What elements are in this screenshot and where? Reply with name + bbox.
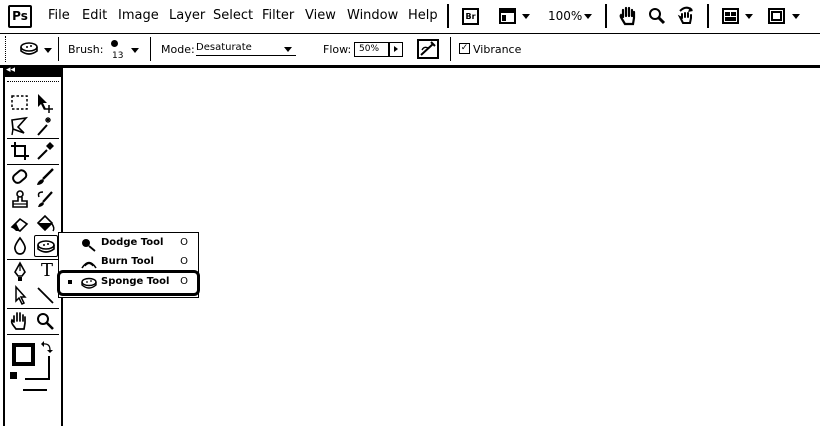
flyout-item-dodge[interactable]: Dodge Tool O — [59, 234, 198, 253]
quick-mask-icon[interactable] — [23, 389, 47, 391]
flow-slider-arrow-icon[interactable] — [389, 42, 403, 57]
eyedropper-icon[interactable] — [34, 140, 56, 162]
menu-help[interactable]: Help — [408, 8, 438, 23]
menu-layer[interactable]: Layer — [169, 8, 205, 23]
tools-panel-header[interactable]: ◂◂ — [5, 65, 61, 77]
tools-separator — [7, 334, 59, 335]
menu-file[interactable]: File — [48, 8, 70, 23]
arrange-documents-icon[interactable] — [722, 8, 739, 28]
flyout-item-shortcut: O — [180, 256, 188, 267]
brush-size-value: 13 — [112, 51, 124, 61]
menu-separator — [447, 4, 449, 28]
flow-label: Flow: — [323, 43, 352, 56]
menu-edit[interactable]: Edit — [82, 8, 107, 23]
zoom-dropdown-icon[interactable] — [584, 14, 592, 19]
brush-preview-icon[interactable] — [111, 40, 118, 47]
zoom-level[interactable]: 100% — [548, 9, 582, 23]
tool-preset-dropdown-icon[interactable] — [44, 48, 52, 53]
menu-filter[interactable]: Filter — [262, 8, 294, 23]
path-selection-icon[interactable] — [9, 284, 31, 306]
tools-separator — [7, 138, 59, 139]
menu-window[interactable]: Window — [347, 8, 398, 23]
tools-panel: ◂◂ T — [3, 65, 63, 426]
screen-layout-icon[interactable] — [499, 8, 516, 24]
zoom-icon[interactable] — [34, 310, 56, 332]
bridge-icon[interactable]: Br — [462, 8, 479, 25]
line-icon[interactable] — [34, 284, 56, 306]
flow-input[interactable]: 50% — [354, 42, 389, 57]
tools-panel-grip[interactable] — [7, 81, 59, 82]
options-bar-grip[interactable] — [5, 36, 7, 62]
options-separator — [450, 37, 451, 61]
menu-view[interactable]: View — [305, 8, 336, 23]
mode-select[interactable]: Desaturate — [196, 41, 296, 56]
clone-stamp-icon[interactable] — [9, 189, 31, 211]
swap-colors-icon[interactable] — [41, 338, 53, 357]
tools-separator — [7, 164, 59, 165]
lasso-icon[interactable] — [9, 115, 31, 137]
hand-icon[interactable] — [619, 6, 637, 30]
sponge-icon[interactable] — [34, 235, 58, 257]
mode-label: Mode: — [161, 43, 195, 56]
options-bar-border — [0, 65, 820, 68]
flyout-item-label: Burn Tool — [101, 256, 154, 267]
move-icon[interactable] — [34, 92, 56, 114]
brush-label: Brush: — [68, 43, 104, 56]
screen-mode-dropdown-icon[interactable] — [792, 14, 800, 19]
menu-image[interactable]: Image — [118, 8, 159, 23]
tools-separator — [7, 308, 59, 309]
options-separator — [58, 37, 59, 61]
vibrance-checkbox[interactable]: ✓ — [459, 43, 470, 54]
pen-icon[interactable] — [9, 261, 31, 283]
burn-icon — [81, 256, 97, 270]
collapse-arrows-icon[interactable]: ◂◂ — [6, 65, 15, 75]
vibrance-label: Vibrance — [473, 43, 522, 56]
brush-dropdown-icon[interactable] — [131, 48, 139, 53]
arrange-dropdown-icon[interactable] — [745, 14, 753, 19]
menu-separator — [605, 4, 607, 28]
default-colors-icon[interactable] — [10, 372, 17, 379]
menu-bar: Ps File Edit Image Layer Select Filter V… — [0, 0, 820, 33]
type-icon[interactable]: T — [36, 260, 58, 282]
zoom-icon[interactable] — [648, 7, 666, 29]
sponge-tool-highlight — [57, 270, 200, 296]
photoshop-logo: Ps — [8, 5, 32, 28]
options-bar: Brush: 13 Mode: Desaturate Flow: 50% ✓ V… — [0, 34, 820, 64]
flyout-item-shortcut: O — [180, 237, 188, 248]
healing-brush-icon[interactable] — [9, 166, 31, 188]
dodge-icon — [81, 237, 97, 252]
brush-icon[interactable] — [34, 166, 56, 188]
eraser-icon[interactable] — [9, 213, 31, 235]
flyout-item-label: Dodge Tool — [101, 237, 164, 248]
marquee-icon[interactable] — [9, 92, 31, 114]
screen-mode-icon[interactable] — [768, 8, 785, 28]
menu-separator — [707, 4, 709, 28]
tool-preset-sponge-icon[interactable] — [19, 41, 39, 61]
paint-bucket-icon[interactable] — [34, 213, 56, 235]
mode-dropdown-icon — [284, 47, 292, 52]
history-brush-icon[interactable] — [34, 189, 56, 211]
crop-icon[interactable] — [9, 140, 31, 162]
blur-icon[interactable] — [9, 235, 31, 257]
airbrush-toggle-icon[interactable] — [417, 39, 439, 59]
background-color-icon[interactable] — [25, 356, 50, 380]
screen-layout-dropdown-icon[interactable] — [522, 14, 530, 19]
magic-wand-icon[interactable] — [34, 115, 56, 137]
rotate-view-icon[interactable] — [676, 5, 696, 31]
options-separator — [150, 37, 151, 61]
mode-value: Desaturate — [196, 42, 252, 53]
hand-icon[interactable] — [9, 310, 31, 332]
menu-select[interactable]: Select — [213, 8, 253, 23]
